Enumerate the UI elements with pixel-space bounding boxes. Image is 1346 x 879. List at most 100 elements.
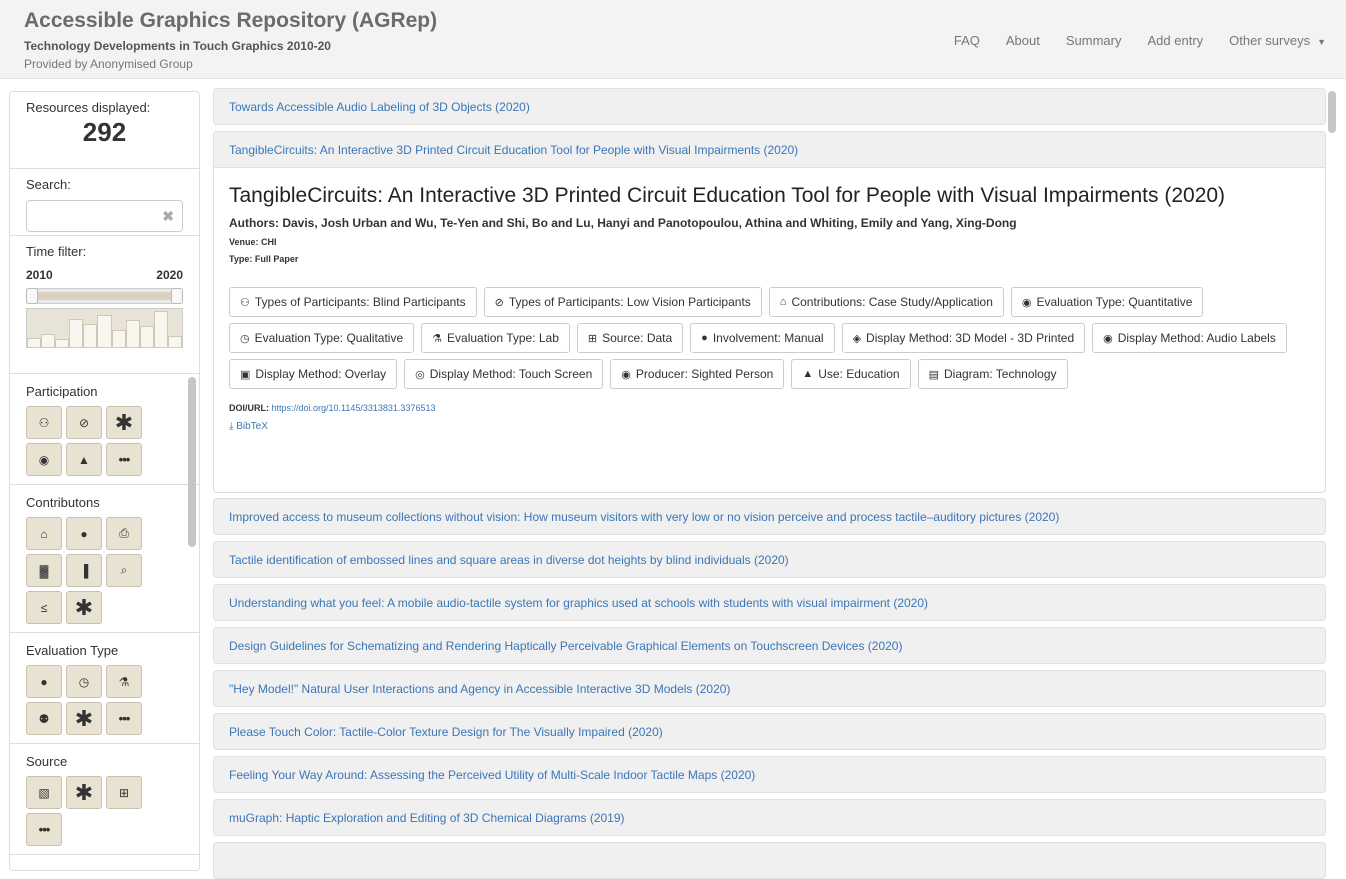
- filter-ellipsis-button[interactable]: •••: [26, 813, 62, 846]
- filter-printer-button[interactable]: ⎙: [106, 517, 142, 550]
- bibtex-link[interactable]: ⤓ BibTeX: [229, 421, 1310, 432]
- slider-handle-end[interactable]: [171, 288, 183, 304]
- histogram-bar: [111, 329, 126, 347]
- filter-ellipsis-button[interactable]: •••: [106, 443, 142, 476]
- resource-item[interactable]: "Hey Model!" Natural User Interactions a…: [213, 670, 1326, 707]
- resource-item[interactable]: Please Touch Color: Tactile-Color Textur…: [213, 713, 1326, 750]
- doi-link[interactable]: https://doi.org/10.1145/3313831.3376513: [272, 403, 436, 413]
- time-histogram: [26, 308, 183, 348]
- filter-people-button[interactable]: ⚉: [26, 702, 62, 735]
- filter-asterisk-button[interactable]: ✱: [106, 406, 142, 439]
- filter-images-button[interactable]: ▧: [26, 776, 62, 809]
- tag-label: Display Method: 3D Model - 3D Printed: [866, 331, 1075, 345]
- walking-person-icon: ⚇: [38, 415, 50, 430]
- detail-tag[interactable]: ◉ Evaluation Type: Quantitative: [1010, 287, 1204, 317]
- filter-signal-button[interactable]: ▐: [66, 554, 102, 587]
- filter-industry-button[interactable]: ▓: [26, 554, 62, 587]
- resource-item[interactable]: Understanding what you feel: A mobile au…: [213, 584, 1326, 621]
- resource-item[interactable]: Towards Accessible Audio Labeling of 3D …: [213, 88, 1326, 125]
- detail-tag[interactable]: ⌂ Contributions: Case Study/Application: [768, 287, 1004, 317]
- table-icon: ⊞: [118, 785, 130, 800]
- histogram-bar: [153, 310, 168, 347]
- detail-tag[interactable]: ◉ Display Method: Audio Labels: [1092, 323, 1287, 353]
- detail-tag[interactable]: ⚇ Types of Participants: Blind Participan…: [229, 287, 477, 317]
- comments-icon: ●: [80, 526, 88, 541]
- tag-label: Display Method: Touch Screen: [429, 367, 593, 381]
- detail-doi: DOI/URL: https://doi.org/10.1145/3313831…: [229, 403, 1310, 413]
- detail-tag[interactable]: ⊘ Types of Participants: Low Vision Parti…: [483, 287, 762, 317]
- resource-item[interactable]: TangibleCircuits: An Interactive 3D Prin…: [213, 131, 1326, 168]
- ellipsis-icon: •••: [38, 822, 51, 837]
- filter-comments-button[interactable]: ●: [26, 665, 62, 698]
- resource-item[interactable]: Feeling Your Way Around: Assessing the P…: [213, 756, 1326, 793]
- detail-tag[interactable]: ▣ Display Method: Overlay: [229, 359, 398, 389]
- category-icon-grid: ⚇ ⊘ ✱ ◉ ▲ •••: [26, 406, 156, 476]
- app-title[interactable]: Accessible Graphics Repository (AGRep): [24, 9, 437, 33]
- tag-label: Source: Data: [602, 331, 673, 345]
- tag-label: Producer: Sighted Person: [635, 367, 774, 381]
- tag-label: Diagram: Technology: [944, 367, 1057, 381]
- resource-item[interactable]: Tactile identification of embossed lines…: [213, 541, 1326, 578]
- clear-search-icon[interactable]: ✖: [162, 208, 174, 225]
- tag-label: Display Method: Audio Labels: [1117, 331, 1276, 345]
- detail-tag[interactable]: ▲ Use: Education: [791, 359, 911, 389]
- filter-eye-slash-button[interactable]: ⊘: [66, 406, 102, 439]
- tag-label: Types of Participants: Blind Participant…: [254, 295, 466, 309]
- nav-about[interactable]: About: [993, 33, 1053, 48]
- filter-ellipsis-button[interactable]: •••: [106, 702, 142, 735]
- asterisk-icon: ✱: [74, 705, 94, 731]
- main-scrollbar[interactable]: [1328, 91, 1336, 133]
- nav-faq[interactable]: FAQ: [941, 33, 993, 48]
- navbar: Accessible Graphics Repository (AGRep) T…: [0, 0, 1346, 79]
- category-icon-grid: ● ◷ ⚗ ⚉ ✱ •••: [26, 665, 156, 735]
- filter-asterisk-button[interactable]: ✱: [66, 702, 102, 735]
- detail-type: Type: Full Paper: [229, 254, 299, 264]
- tag-label: Involvement: Manual: [712, 331, 824, 345]
- nav-summary[interactable]: Summary: [1053, 33, 1135, 48]
- detail-tag[interactable]: ◈ Display Method: 3D Model - 3D Printed: [841, 323, 1086, 353]
- tag-label: Contributions: Case Study/Application: [791, 295, 993, 309]
- nav-other-surveys[interactable]: Other surveys ▼: [1216, 33, 1339, 48]
- chalkboard-icon: ▤: [928, 368, 939, 381]
- histogram-bar: [97, 314, 112, 347]
- filter-institution-button[interactable]: ⌂: [26, 517, 62, 550]
- filter-stopwatch-button[interactable]: ◷: [66, 665, 102, 698]
- sidebar-scrollbar[interactable]: [188, 377, 196, 547]
- filter-asterisk-button[interactable]: ✱: [66, 776, 102, 809]
- time-range-slider[interactable]: [26, 288, 183, 304]
- detail-tag[interactable]: ▤ Diagram: Technology: [917, 359, 1068, 389]
- detail-tag[interactable]: ◷ Evaluation Type: Qualitative: [229, 323, 415, 353]
- search-icon: ⌕: [120, 563, 128, 577]
- filter-asterisk-button[interactable]: ✱: [66, 591, 102, 624]
- ellipsis-icon: •••: [118, 711, 131, 726]
- copy-icon: ▣: [240, 368, 251, 381]
- detail-tag[interactable]: ◉ Producer: Sighted Person: [610, 359, 785, 389]
- resource-item[interactable]: Design Guidelines for Schematizing and R…: [213, 627, 1326, 664]
- filter-search-button[interactable]: ⌕: [106, 554, 142, 587]
- filter-eye-button[interactable]: ◉: [26, 443, 62, 476]
- tag-label: Evaluation Type: Lab: [447, 331, 559, 345]
- slider-handle-start[interactable]: [26, 288, 38, 304]
- time-start: 2010: [26, 268, 53, 282]
- filter-less-equal-button[interactable]: ≤: [26, 591, 62, 624]
- resource-item[interactable]: Improved access to museum collections wi…: [213, 498, 1326, 535]
- detail-tag[interactable]: ⚗ Evaluation Type: Lab: [421, 323, 570, 353]
- category-title: Participation: [26, 384, 98, 399]
- fingerprint-icon: ◎: [415, 368, 425, 381]
- detail-tag[interactable]: ● Involvement: Manual: [690, 323, 835, 353]
- detail-venue: Venue: CHI: [229, 237, 277, 247]
- time-filter-label: Time filter:: [26, 244, 87, 259]
- filter-walking-person-button[interactable]: ⚇: [26, 406, 62, 439]
- search-input[interactable]: ✖: [26, 200, 183, 232]
- asterisk-icon: ✱: [74, 594, 94, 620]
- graduation-cap-icon: ▲: [802, 368, 814, 380]
- nav-add-entry[interactable]: Add entry: [1135, 33, 1217, 48]
- resource-item[interactable]: muGraph: Haptic Exploration and Editing …: [213, 799, 1326, 836]
- detail-tag[interactable]: ⊞ Source: Data: [576, 323, 684, 353]
- filter-comments-button[interactable]: ●: [66, 517, 102, 550]
- detail-tag[interactable]: ◎ Display Method: Touch Screen: [404, 359, 604, 389]
- cube-icon: ◈: [852, 332, 862, 345]
- filter-user-button[interactable]: ▲: [66, 443, 102, 476]
- filter-table-button[interactable]: ⊞: [106, 776, 142, 809]
- filter-flask-button[interactable]: ⚗: [106, 665, 142, 698]
